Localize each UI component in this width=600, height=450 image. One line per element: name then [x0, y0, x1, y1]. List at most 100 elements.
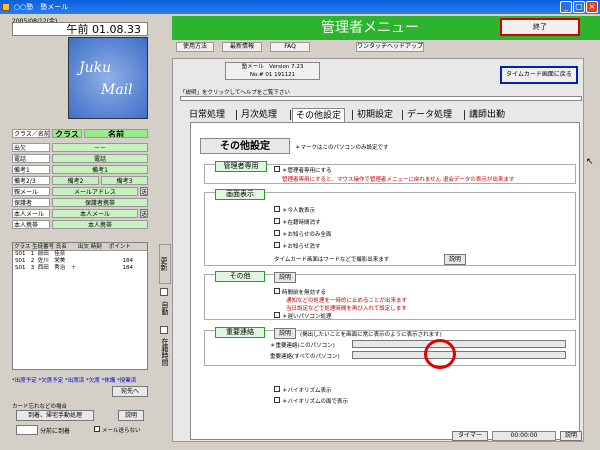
separator-bar: [180, 96, 582, 101]
help-hint: 「説明」をクリックしてヘルプをご覧下さい: [180, 90, 290, 96]
highlight-circle: [424, 339, 456, 369]
note1-label: 備考1: [12, 165, 50, 174]
slow-pc-label: ＊遅いパソコン処理: [282, 314, 332, 320]
disable-time-note1: 通知などの処理を一時的に止めることが出来ます: [286, 298, 408, 304]
student-list[interactable]: クラス 生徒番号 氏名 出欠 時刻 ポイント S01 1 前田 佳奈 S01 2…: [12, 242, 148, 370]
manual-arrival-button[interactable]: 到着、帰宅手動処理: [16, 410, 94, 421]
no-mail-checkbox[interactable]: [94, 426, 100, 432]
student-phone-row: 本人携帯 本人携帯: [12, 220, 148, 230]
tab-data-processing[interactable]: データ処理: [404, 108, 455, 122]
guardian-value: 保護者携帯: [52, 198, 148, 207]
note2-value: 備考2: [52, 176, 99, 185]
faq-button[interactable]: FAQ: [270, 42, 310, 52]
table-row[interactable]: S01 2 佐川 栄美 184: [13, 258, 147, 265]
class-name-row: クラス／名前 クラス 名前: [12, 129, 148, 139]
table-row[interactable]: S01 3 西田 秀治 ＋ 184: [13, 265, 147, 272]
name-value: 名前: [84, 129, 148, 138]
logo-line1: Juku: [79, 60, 112, 76]
version-line2: No.# 01 191121: [249, 72, 296, 78]
tab-separator: [352, 110, 353, 120]
timer-button[interactable]: タイマー: [452, 431, 488, 441]
tab-refresh[interactable]: 更新: [159, 244, 171, 284]
hide-enrolled-time-label: ＊在籍時間消す: [282, 220, 321, 226]
enrolled-time-checkbox[interactable]: [160, 326, 168, 334]
table-row[interactable]: S01 1 前田 佳奈: [13, 251, 147, 258]
other-help-button[interactable]: 説明: [274, 272, 296, 283]
note23-label: 備考2/3: [12, 176, 50, 185]
version-box: 塾メール Version 7.23 No.# 01 191121: [225, 62, 320, 80]
section-note: ＊マークはこのパソコンのみ設定です: [295, 145, 389, 151]
tab-separator: [236, 110, 237, 120]
parent-mail-send-button[interactable]: 送: [140, 187, 148, 196]
show-count-checkbox[interactable]: [274, 206, 280, 212]
biorhythm-checkbox[interactable]: [274, 386, 280, 392]
page-title: 管理者メニュー: [321, 20, 419, 36]
urgent-this-pc-label: ＊重要連絡(このパソコン): [270, 343, 335, 349]
tab-other-settings[interactable]: その他設定: [292, 108, 346, 122]
section-title: その他設定: [200, 138, 290, 154]
other-group-label: その他: [215, 271, 265, 282]
news-button[interactable]: 最新情報: [222, 42, 262, 52]
admin-only-label: ＊管理者専用にする: [282, 168, 332, 174]
note3-value: 備考3: [101, 176, 148, 185]
urgent-all-pc-label: 重要連絡(すべてのパソコン): [270, 354, 340, 360]
tab-separator: [464, 110, 465, 120]
urgent-this-pc-input[interactable]: [352, 340, 566, 348]
manual-help-button[interactable]: 説明: [118, 410, 144, 421]
exit-button[interactable]: 終了: [500, 18, 580, 36]
biorhythm-label: ＊バイオリズム表示: [282, 388, 332, 394]
tab-daily[interactable]: 日常処理: [186, 108, 228, 122]
urgent-all-pc-input[interactable]: [352, 351, 566, 359]
maximize-button[interactable]: □: [573, 1, 585, 13]
parent-mail-value: メールアドレス: [52, 187, 138, 196]
onetouch-button[interactable]: ワンタッチヘッドアップ: [356, 42, 424, 52]
urgent-help-button[interactable]: 説明: [274, 328, 296, 339]
timer-help-button[interactable]: 説明: [560, 431, 582, 441]
biorhythm-face-checkbox[interactable]: [274, 397, 280, 403]
close-button[interactable]: ×: [586, 1, 598, 13]
admin-only-checkbox[interactable]: [274, 166, 280, 172]
title-bar: ○○塾 塾メール _ □ ×: [0, 0, 600, 14]
window-title: ○○塾 塾メール: [14, 3, 69, 11]
to-address-button[interactable]: 宛先へ: [112, 386, 148, 397]
minutes-label: 分前に到着: [40, 428, 71, 435]
tab-bar: 日常処理 月次処理 その他設定 初期設定 データ処理 講師出勤: [180, 108, 580, 122]
notice-fullscreen-checkbox[interactable]: [274, 230, 280, 236]
no-mail-label: メール送らない: [102, 428, 141, 434]
phone-row: 電話 電話: [12, 154, 148, 164]
mouse-cursor-icon: ↖: [586, 157, 594, 167]
guardian-label: 保護者: [12, 198, 50, 207]
tab-initial-settings[interactable]: 初期設定: [354, 108, 396, 122]
hide-notice-checkbox[interactable]: [274, 242, 280, 248]
slow-pc-checkbox[interactable]: [274, 312, 280, 318]
student-mail-label: 本人メール: [12, 209, 50, 218]
auto-checkbox[interactable]: [160, 288, 168, 296]
tab-monthly[interactable]: 月次処理: [238, 108, 280, 122]
display-group-label: 画面表示: [215, 189, 265, 200]
disable-time-label: 時間前を無効する: [282, 290, 327, 296]
disable-time-checkbox[interactable]: [274, 288, 280, 294]
tab-separator: [402, 110, 403, 120]
usage-button[interactable]: 使用方法: [176, 42, 214, 52]
student-mail-value: 本人メール: [52, 209, 138, 218]
attendance-legend: *出席予定 *欠席予定 *出席済 *欠席 *休講 *授業済: [12, 378, 137, 384]
enrolled-time-label: 在籍時間: [161, 338, 169, 366]
minutes-input[interactable]: [16, 425, 38, 435]
phone-label: 電話: [12, 154, 50, 163]
class-name-label: クラス／名前: [12, 129, 50, 138]
clock: 午前 01.08.33: [12, 22, 148, 36]
attendance-label: 出欠: [12, 143, 50, 152]
display-help-button[interactable]: 説明: [444, 254, 466, 265]
hide-enrolled-time-checkbox[interactable]: [274, 218, 280, 224]
parent-mail-label: 親メール: [12, 187, 50, 196]
minimize-button[interactable]: _: [560, 1, 572, 13]
show-count-label: ＊今人数表示: [282, 208, 316, 214]
tab-instructor-attendance[interactable]: 講師出勤: [466, 108, 508, 122]
notice-fullscreen-label: ＊お知らせのみ全面: [282, 232, 332, 238]
back-to-timecard-button[interactable]: タイムカード画面に戻る: [500, 66, 578, 84]
app-icon: [2, 3, 10, 11]
student-mail-send-button[interactable]: 送: [140, 209, 148, 218]
guardian-row: 保護者 保護者携帯: [12, 198, 148, 208]
student-phone-value: 本人携帯: [52, 220, 148, 229]
urgent-description: (掲出したいことを画面に常に表示のように表示されます): [300, 332, 442, 338]
